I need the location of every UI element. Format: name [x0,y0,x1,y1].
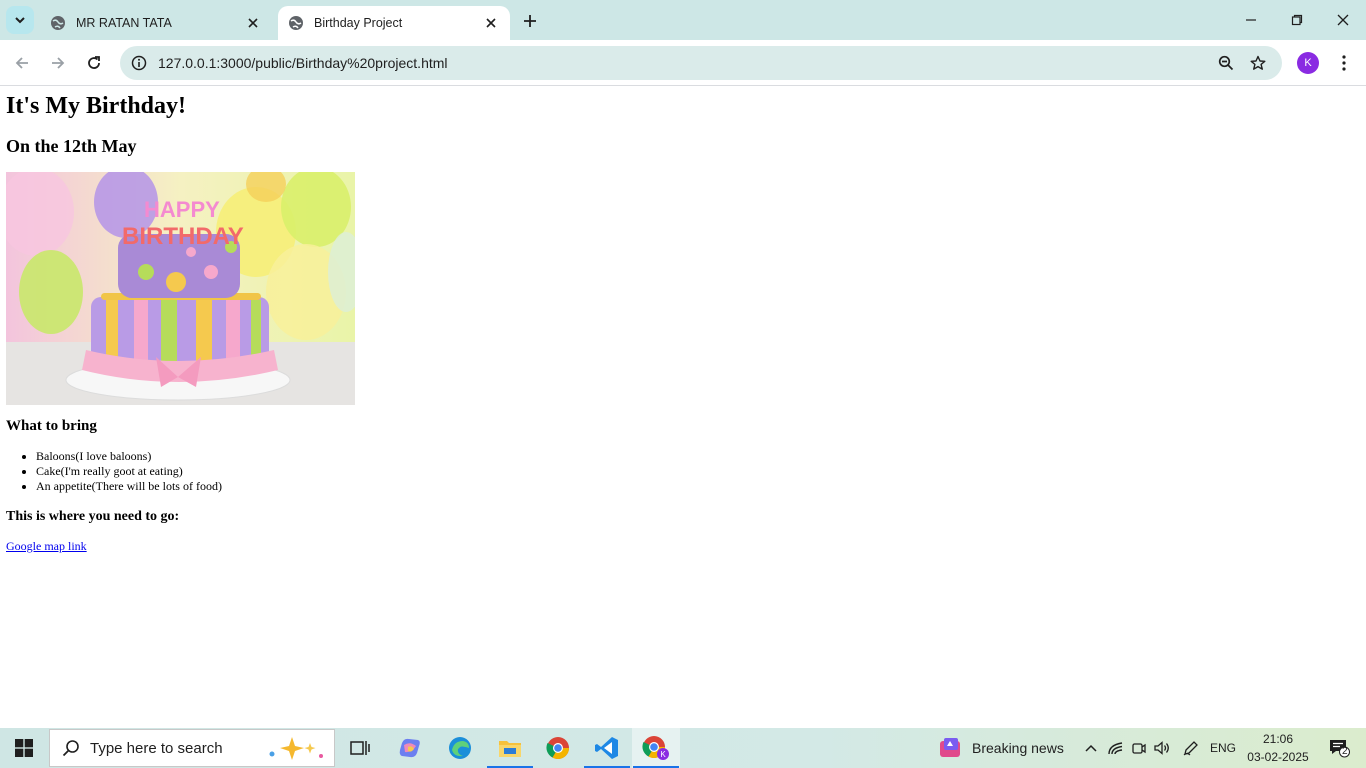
list-item: Baloons(I love baloons) [36,449,222,464]
close-window-button[interactable] [1320,0,1366,40]
start-button[interactable] [0,728,48,768]
search-icon [62,739,80,757]
chevron-up-icon [1085,744,1097,752]
page-viewport: It's My Birthday! On the 12th May HAPPY … [0,87,1366,728]
news-text: Breaking news [972,740,1064,756]
bookmark-star-icon[interactable] [1242,47,1274,79]
tab-title: MR RATAN TATA [76,16,172,30]
taskbar-search-box[interactable]: Type here to search [49,729,335,767]
tab-birthday-project[interactable]: Birthday Project [278,6,510,40]
arrow-left-icon [15,57,28,69]
globe-icon [288,15,304,31]
chrome-icon [546,737,569,759]
list-item: Cake(I'm really goot at eating) [36,464,222,479]
news-widget[interactable]: Breaking news [938,728,1064,768]
taskbar: Type here to search K Breaking news ENG … [0,728,1366,768]
chrome-menu-button[interactable] [1330,47,1358,79]
restore-button[interactable] [1274,0,1320,40]
more-vertical-icon [1342,55,1346,71]
bring-list: Baloons(I love baloons) Cake(I'm really … [36,449,222,494]
browser-toolbar: 127.0.0.1:3000/public/Birthday%20project… [0,40,1366,86]
search-placeholder: Type here to search [90,739,223,757]
profile-avatar[interactable]: K [1297,52,1319,74]
taskbar-chrome[interactable] [534,728,582,768]
notification-center-button[interactable]: 2 [1320,728,1358,768]
new-tab-button[interactable] [518,9,542,33]
copilot-sparkle-icon [266,735,326,761]
chrome-profile-icon: K [642,736,669,760]
taskbar-edge[interactable] [436,728,484,768]
taskbar-clock[interactable]: 21:06 03-02-2025 [1236,730,1320,766]
candle-text-top: HAPPY [144,197,220,222]
address-bar[interactable]: 127.0.0.1:3000/public/Birthday%20project… [120,46,1282,80]
what-to-bring-heading: What to bring [6,418,97,434]
reload-icon [88,56,100,69]
news-icon [938,737,962,759]
globe-icon [50,15,66,31]
tab-title: Birthday Project [314,16,403,30]
show-hidden-icons-button[interactable] [1080,728,1102,768]
taskbar-file-explorer[interactable] [486,728,534,768]
copilot-icon [399,738,420,758]
task-view-button[interactable] [336,728,384,768]
meet-camera-icon[interactable] [1128,728,1150,768]
close-icon[interactable] [482,14,500,32]
reload-button[interactable] [78,47,110,79]
network-icon[interactable] [1104,728,1128,768]
edge-icon [449,737,471,759]
birthday-cake-image: HAPPY BIRTHDAY [6,172,355,405]
url-text[interactable]: 127.0.0.1:3000/public/Birthday%20project… [158,55,1210,71]
close-icon[interactable] [244,14,262,32]
tab-ratan-tata[interactable]: MR RATAN TATA [40,6,272,40]
notification-count: 2 [1342,746,1348,757]
folder-icon [499,741,521,757]
minimize-button[interactable] [1228,0,1274,40]
arrow-right-icon [52,57,65,69]
restore-icon [1291,14,1303,26]
chevron-down-icon [15,17,25,24]
candle-text-bottom: BIRTHDAY [122,223,244,250]
zoom-icon[interactable] [1210,47,1242,79]
taskbar-chrome-profile[interactable]: K [632,728,680,768]
forward-button[interactable] [42,47,74,79]
vscode-icon [595,737,618,759]
back-button[interactable] [6,47,38,79]
google-map-link[interactable]: Google map link [6,539,87,554]
plus-icon [524,15,536,27]
minimize-icon [1246,19,1256,21]
taskbar-vscode[interactable] [583,728,631,768]
taskbar-copilot[interactable] [386,728,434,768]
site-info-icon[interactable] [122,46,156,80]
page-subheading: On the 12th May [6,136,137,156]
close-icon [1337,14,1349,26]
volume-icon[interactable] [1150,728,1174,768]
clock-date: 03-02-2025 [1247,750,1309,764]
language-indicator[interactable]: ENG [1206,728,1240,768]
tab-strip: MR RATAN TATA Birthday Project [0,0,1366,40]
page-heading: It's My Birthday! [6,93,186,119]
tab-search-button[interactable] [6,6,34,34]
clock-time: 21:06 [1262,732,1294,746]
location-heading: This is where you need to go: [6,509,180,524]
profile-badge: K [660,750,666,759]
task-view-icon [350,741,370,755]
list-item: An appetite(There will be lots of food) [36,479,222,494]
pen-icon[interactable] [1178,728,1204,768]
windows-logo-icon [15,739,33,757]
